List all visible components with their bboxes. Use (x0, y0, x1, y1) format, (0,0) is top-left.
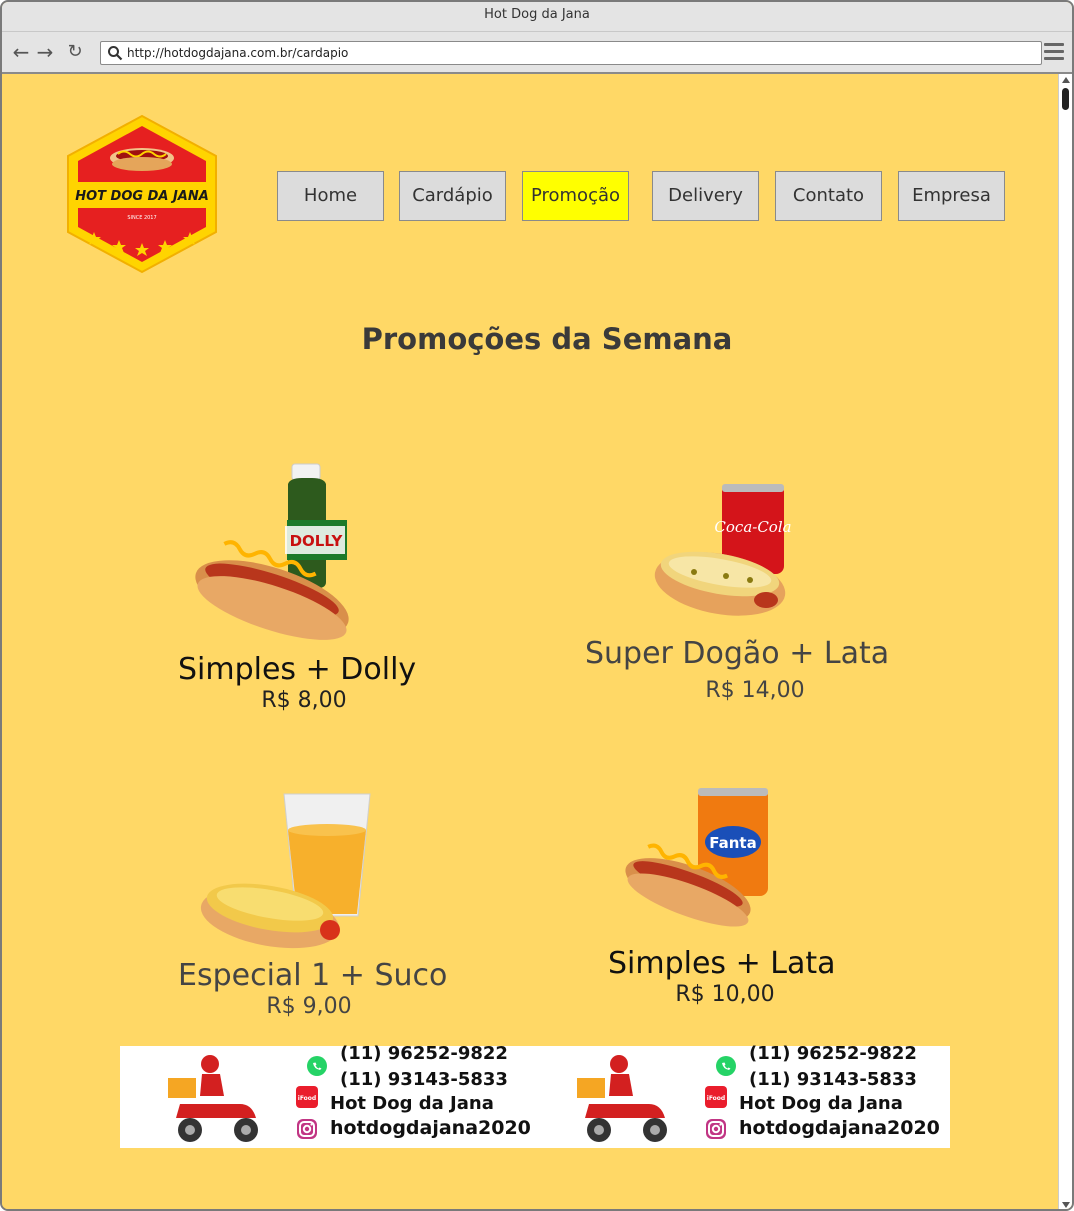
dolly-label: DOLLY (290, 532, 344, 550)
delivery-scooter-icon (168, 1055, 258, 1142)
page-content: HOT DOG DA JANA SINCE 2017 Home Cardápio… (2, 74, 1060, 1209)
svg-text:iFood: iFood (298, 1095, 316, 1102)
promo-price-4: R$ 10,00 (675, 982, 775, 1007)
promo-name-1: Simples + Dolly (178, 652, 417, 687)
scroll-up-arrow-icon[interactable] (1062, 77, 1070, 83)
instagram-handle: hotdogdajana2020 (739, 1117, 940, 1139)
promo-name-3: Especial 1 + Suco (178, 958, 448, 993)
nav-delivery[interactable]: Delivery (652, 171, 759, 221)
ifood-name: Hot Dog da Jana (739, 1093, 903, 1114)
reload-icon[interactable]: ↻ (64, 42, 86, 64)
svg-text:iFood: iFood (707, 1095, 725, 1102)
ifood-icon: iFood (296, 1086, 318, 1108)
logo-since: SINCE 2017 (127, 215, 156, 221)
instagram-icon (706, 1119, 726, 1139)
delivery-scooter-icon (577, 1055, 667, 1142)
url-input[interactable] (127, 44, 1027, 62)
coca-label: Coca-Cola (714, 518, 791, 536)
whatsapp-number: (11) 96252-9822 (340, 1043, 508, 1064)
phone-number: (11) 93143-5833 (749, 1069, 917, 1090)
instagram-handle: hotdogdajana2020 (330, 1117, 531, 1139)
ifood-name: Hot Dog da Jana (330, 1093, 494, 1114)
address-bar[interactable] (100, 41, 1042, 65)
super-dogao-coca-image[interactable]: Coca-Cola (654, 480, 794, 630)
ifood-icon: iFood (705, 1086, 727, 1108)
especial-suco-image[interactable] (198, 790, 378, 960)
scroll-thumb[interactable] (1062, 88, 1069, 110)
nav-promocao[interactable]: Promoção (522, 171, 629, 221)
contact-banner: (11) 96252-9822 (11) 93143-5833 iFood Ho… (120, 1043, 950, 1148)
window-title: Hot Dog da Jana (2, 2, 1072, 32)
instagram-icon (297, 1119, 317, 1139)
nav-empresa[interactable]: Empresa (898, 171, 1005, 221)
whatsapp-icon (716, 1056, 736, 1076)
nav-cardapio[interactable]: Cardápio (399, 171, 506, 221)
whatsapp-icon (307, 1056, 327, 1076)
promo-price-3: R$ 9,00 (266, 994, 352, 1019)
hamburger-menu-icon[interactable] (1044, 43, 1064, 61)
hotdog-fanta-image[interactable]: Fanta (622, 786, 772, 938)
page-title: Promoções da Semana (361, 322, 733, 356)
vertical-scrollbar[interactable] (1058, 74, 1072, 1209)
promo-name-4: Simples + Lata (608, 946, 836, 981)
hotdog-dolly-image[interactable]: DOLLY (188, 462, 358, 642)
logo-name: HOT DOG DA JANA (75, 189, 209, 204)
hot-dog-da-jana-logo[interactable]: HOT DOG DA JANA SINCE 2017 (64, 114, 220, 274)
back-arrow-icon[interactable]: ← (10, 42, 32, 64)
fanta-label: Fanta (709, 834, 756, 852)
browser-toolbar: ← → ↻ (2, 32, 1072, 74)
promo-price-1: R$ 8,00 (261, 688, 347, 713)
nav-contato[interactable]: Contato (775, 171, 882, 221)
promo-name-2: Super Dogão + Lata (585, 636, 890, 671)
nav-home[interactable]: Home (277, 171, 384, 221)
scroll-down-arrow-icon[interactable] (1062, 1202, 1070, 1208)
whatsapp-number: (11) 96252-9822 (749, 1043, 917, 1064)
browser-window: Hot Dog da Jana ← → ↻ HOT DOG DA JANA SI… (0, 0, 1074, 1211)
phone-number: (11) 93143-5833 (340, 1069, 508, 1090)
promo-price-2: R$ 14,00 (705, 678, 805, 703)
search-icon (108, 46, 123, 61)
forward-arrow-icon[interactable]: → (34, 42, 56, 64)
